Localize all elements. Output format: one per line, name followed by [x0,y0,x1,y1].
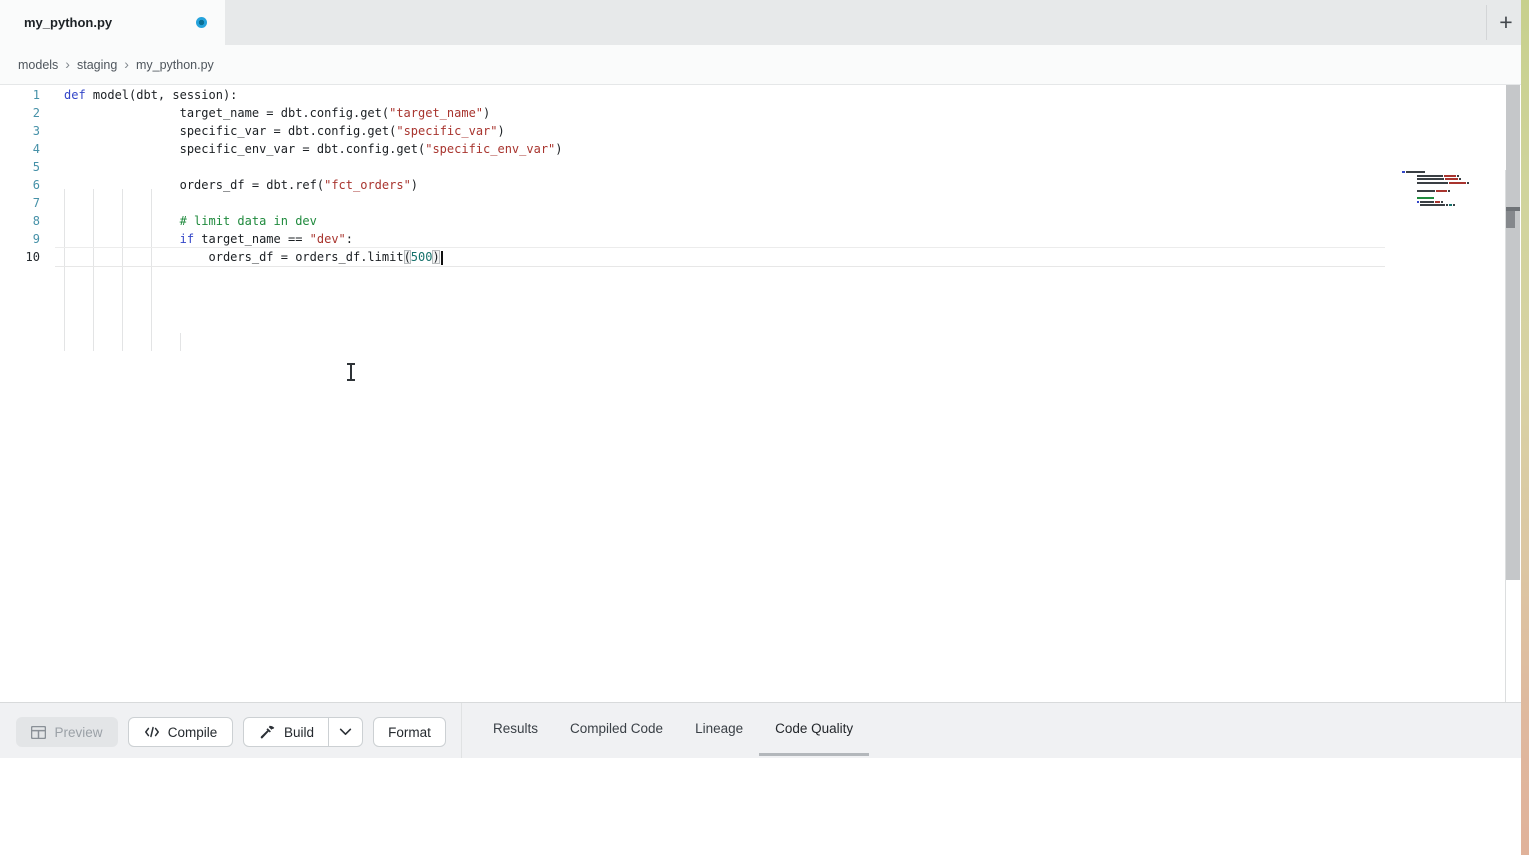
line-number: 1 [0,86,40,104]
code-line[interactable]: 2 target_name = dbt.config.get("target_n… [0,104,1400,122]
code-text: orders_df = dbt.ref("fct_orders") [64,176,418,194]
code-quality-panel [0,758,1521,855]
code-line[interactable]: 10 orders_df = orders_df.limit(500) [0,248,1400,266]
build-button[interactable]: Build [243,717,363,747]
compile-button[interactable]: Compile [128,717,233,747]
tab-compiled-code[interactable]: Compiled Code [554,703,679,758]
format-button[interactable]: Format [373,717,446,747]
breadcrumb-item[interactable]: staging [77,58,117,72]
code-lines[interactable]: 1def model(dbt, session):2 target_name =… [0,86,1400,266]
unsaved-changes-dot-icon [196,17,207,28]
breadcrumb: models › staging › my_python.py [18,45,214,85]
i-beam-text-cursor [346,363,356,381]
file-tab-title: my_python.py [24,0,112,45]
chevron-right-icon: › [65,57,70,71]
line-number: 4 [0,140,40,158]
tabbar-divider [1486,5,1487,40]
bottom-toolbar: Preview Compile Build Format ResultsCompile… [0,702,1521,758]
minimap[interactable] [1402,171,1468,213]
code-editor[interactable]: 1def model(dbt, session):2 target_name =… [0,85,1521,702]
build-options-caret-button[interactable] [328,718,362,746]
line-number: 8 [0,212,40,230]
hammer-icon [260,725,276,740]
line-number: 6 [0,176,40,194]
code-line[interactable]: 3 specific_var = dbt.config.get("specifi… [0,122,1400,140]
editor-tab-bar: my_python.py + [0,0,1521,45]
code-line[interactable]: 9 if target_name == "dev": [0,230,1400,248]
scrollbar-thumb[interactable] [1506,211,1515,228]
code-text: # limit data in dev [64,212,317,230]
button-label: Format [388,725,431,740]
toolbar-divider [461,703,462,758]
breadcrumb-item[interactable]: my_python.py [136,58,214,72]
dbt-cloud-ide: my_python.py + models › staging › my_python.… [0,0,1529,855]
tab-results[interactable]: Results [477,703,554,758]
file-tab-my-python[interactable]: my_python.py [0,0,225,45]
code-text: orders_df = orders_df.limit(500) [64,248,443,266]
breadcrumb-item[interactable]: models [18,58,58,72]
line-number: 10 [0,248,40,266]
chevron-right-icon: › [124,57,129,71]
code-line[interactable]: 5 [0,158,1400,176]
code-line[interactable]: 4 specific_env_var = dbt.config.get("spe… [0,140,1400,158]
minimap-line [1417,175,1461,177]
minimap-line [1417,201,1444,203]
panel-tabs: ResultsCompiled CodeLineageCode Quality [477,703,869,758]
code-text: target_name = dbt.config.get("target_nam… [64,104,490,122]
breadcrumb-bar: models›staging›my_python.py Save [0,45,1521,85]
code-text: specific_var = dbt.config.get("specific_… [64,122,505,140]
code-line[interactable]: 7 [0,194,1400,212]
table-icon [31,726,46,739]
minimap-line [1402,171,1426,173]
button-label: Build [284,725,314,740]
code-line[interactable]: 6 orders_df = dbt.ref("fct_orders") [0,176,1400,194]
tab-code-quality[interactable]: Code Quality [759,703,869,758]
code-text: if target_name == "dev": [64,230,353,248]
minimap-line [1417,190,1451,192]
minimap-line [1420,204,1456,206]
code-text: specific_env_var = dbt.config.get("speci… [64,140,563,158]
line-number: 7 [0,194,40,212]
button-label: Compile [168,725,218,740]
line-number: 5 [0,158,40,176]
plus-icon: + [1499,9,1512,35]
code-line[interactable]: 8 # limit data in dev [0,212,1400,230]
button-label: Preview [54,725,102,740]
minimap-line [1417,197,1435,199]
minimap-line [1417,178,1462,180]
tab-lineage[interactable]: Lineage [679,703,759,758]
line-number: 3 [0,122,40,140]
code-icon [144,726,160,738]
desktop-edge-strip [1520,0,1529,855]
scrollbar-track[interactable] [1506,85,1520,580]
preview-button: Preview [16,717,118,747]
new-tab-button[interactable]: + [1492,6,1520,38]
code-line[interactable]: 1 def model(dbt, session): [0,86,1400,104]
code-text: def model(dbt, session): [64,86,237,104]
chevron-down-icon [339,728,352,736]
line-number: 9 [0,230,40,248]
minimap-line [1417,182,1470,184]
line-number: 2 [0,104,40,122]
text-caret [441,251,443,265]
